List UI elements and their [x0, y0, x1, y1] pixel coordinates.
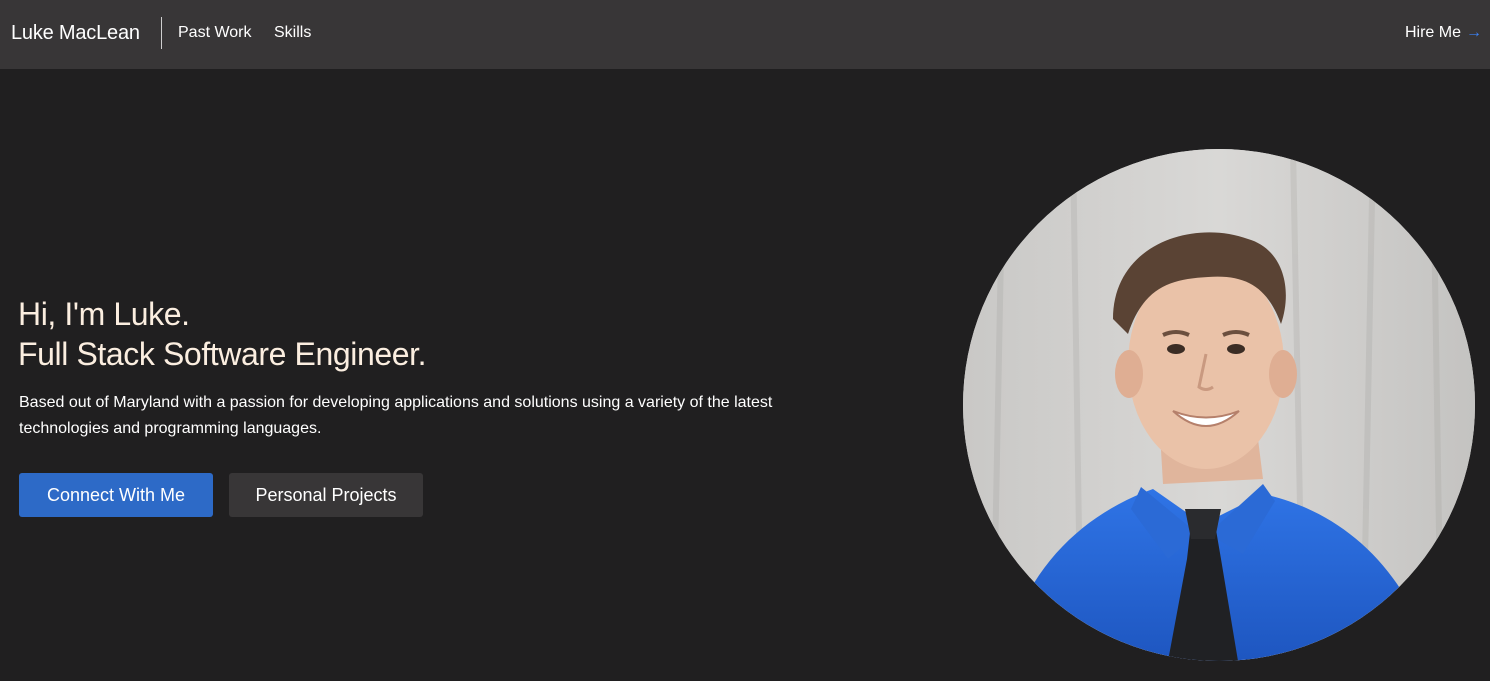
hero-title: Full Stack Software Engineer. — [18, 336, 427, 372]
personal-projects-button[interactable]: Personal Projects — [229, 473, 423, 517]
nav-link-past-work[interactable]: Past Work — [178, 24, 252, 42]
hero-greeting: Hi, I'm Luke. — [18, 296, 190, 332]
profile-photo-illustration — [963, 149, 1475, 661]
arrow-right-icon: → — [1466, 24, 1482, 41]
hire-me-link[interactable]: Hire Me → — [1405, 24, 1482, 42]
connect-with-me-button[interactable]: Connect With Me — [19, 473, 213, 517]
profile-photo — [963, 149, 1475, 661]
nav-divider — [161, 17, 162, 49]
hero-headline: Hi, I'm Luke. Full Stack Software Engine… — [18, 294, 427, 374]
navbar: Luke MacLean Past Work Skills Hire Me → — [0, 0, 1490, 69]
hire-me-label: Hire Me — [1404, 24, 1461, 41]
brand-link[interactable]: Luke MacLean — [11, 22, 140, 45]
nav-link-skills[interactable]: Skills — [274, 24, 311, 42]
hero-description: Based out of Maryland with a passion for… — [19, 394, 773, 437]
